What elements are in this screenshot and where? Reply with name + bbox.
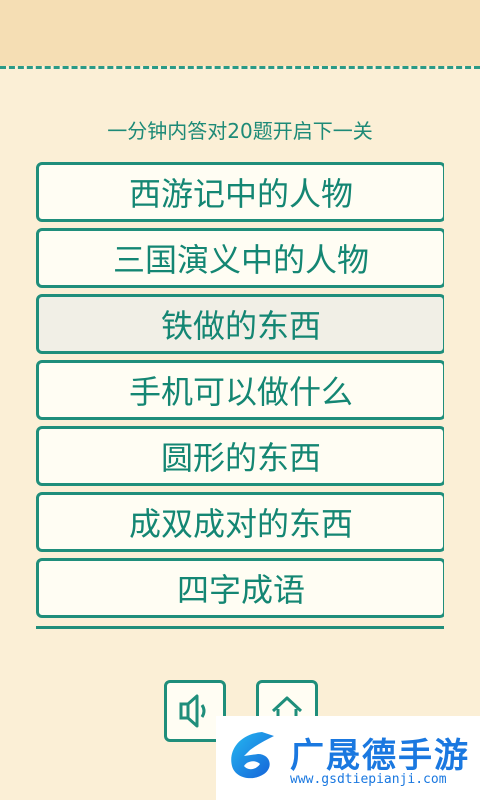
category-label: 西游记中的人物 [128,175,353,213]
category-item[interactable]: 成双成对的东西 [36,492,444,552]
category-label: 圆形的东西 [160,439,321,477]
category-item[interactable]: 西游记中的人物 [36,162,444,222]
watermark-url: www.gsdtiepianji.com [290,772,447,787]
category-list[interactable]: 西游记中的人物 三国演义中的人物 铁做的东西 手机可以做什么 圆形的东西 成双成… [36,162,444,630]
category-label: 成双成对的东西 [128,505,353,543]
category-item[interactable]: 四字成语 [36,558,444,618]
brand-logo-icon [231,732,274,779]
header-bar [0,0,480,66]
speaker-icon [179,694,206,728]
category-label: 铁做的东西 [160,307,321,345]
dashed-divider [0,66,480,69]
watermark-brand: 广晟德手游 [290,736,470,776]
category-item[interactable]: 铁做的东西 [36,294,444,354]
category-label: 手机可以做什么 [128,373,353,411]
category-item[interactable]: 三国演义中的人物 [36,228,444,288]
category-item[interactable]: 圆形的东西 [36,426,444,486]
category-label: 四字成语 [176,571,305,609]
category-item[interactable]: 手机可以做什么 [36,360,444,420]
category-label: 三国演义中的人物 [112,241,369,279]
instruction-text: 一分钟内答对20题开启下一关 [107,119,373,143]
list-bottom-edge [36,626,444,629]
